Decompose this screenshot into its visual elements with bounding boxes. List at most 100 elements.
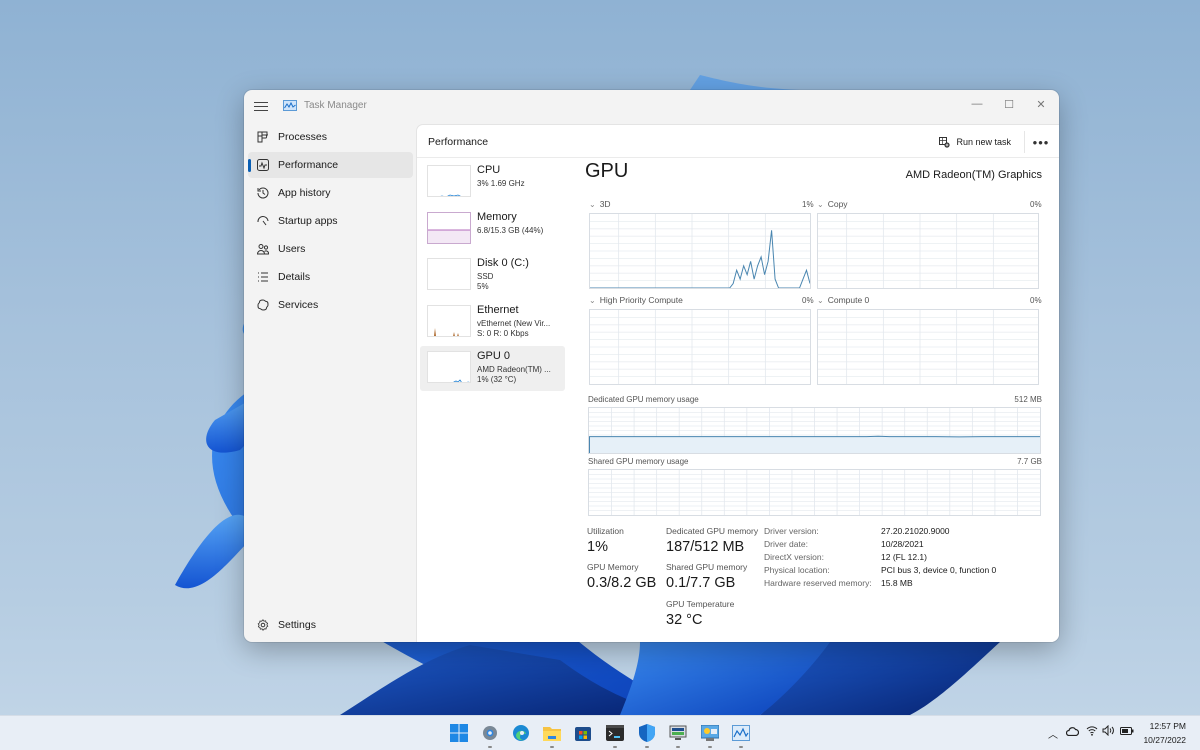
users-icon: [256, 242, 270, 256]
engine-selector-copy[interactable]: ⌄ Copy: [817, 199, 848, 209]
edge-browser-icon: [513, 725, 529, 741]
sidebar-item-app-history[interactable]: App history: [248, 180, 413, 206]
device-gpu[interactable]: GPU 0 AMD Radeon(TM) ... 1% (32 °C): [420, 346, 565, 391]
running-indicator: [676, 746, 680, 748]
taskbar-task-manager[interactable]: [730, 722, 752, 748]
taskbar-store[interactable]: [572, 722, 594, 744]
page-title: Performance: [428, 136, 489, 148]
sidebar-item-label: Performance: [278, 159, 339, 171]
shared-memory-stat-label: Shared GPU memory: [666, 562, 748, 572]
battery-icon[interactable]: [1120, 727, 1134, 738]
taskbar-control-panel[interactable]: [699, 722, 721, 748]
gpu-temperature-value: 32 °C: [666, 612, 703, 628]
hamburger-menu-icon[interactable]: [254, 99, 268, 113]
gear-icon: [256, 618, 270, 632]
gpu-memory-value: 0.3/8.2 GB: [587, 575, 657, 591]
utilization-value: 1%: [587, 539, 608, 555]
content-header: Performance Run new task •••: [417, 125, 1059, 158]
ethernet-thumbnail-graph: [427, 305, 471, 337]
taskbar-security[interactable]: [636, 722, 658, 748]
taskbar-remote-desktop[interactable]: [667, 722, 689, 748]
device-detail: 1% (32 °C): [477, 375, 517, 384]
running-indicator: [708, 746, 712, 748]
dedicated-memory-max: 512 MB: [1014, 395, 1042, 404]
engine-selector-high-priority-compute[interactable]: ⌄ High Priority Compute: [589, 295, 683, 305]
remote-desktop-icon: [669, 725, 687, 740]
info-value: 10/28/2021: [881, 539, 924, 549]
memory-thumbnail-graph: [427, 212, 471, 244]
sidebar-item-processes[interactable]: Processes: [248, 124, 413, 150]
info-key: DirectX version:: [764, 552, 824, 562]
cpu-thumbnail-graph: [427, 165, 471, 197]
engine-name: Copy: [827, 199, 848, 209]
device-name: Disk 0 (C:): [477, 257, 529, 269]
running-indicator: [739, 746, 743, 748]
taskbar-start[interactable]: [448, 722, 470, 744]
window-title: Task Manager: [304, 100, 367, 111]
sidebar-item-performance[interactable]: Performance: [248, 152, 413, 178]
run-new-task-button[interactable]: Run new task: [935, 131, 1015, 153]
close-button[interactable]: ✕: [1025, 93, 1057, 115]
device-name: Memory: [477, 211, 517, 223]
device-detail: 5%: [477, 282, 489, 291]
gpu-model: AMD Radeon(TM) Graphics: [905, 169, 1042, 181]
graph-dedicated-memory: [588, 407, 1041, 454]
show-hidden-icons-chevron-up-icon[interactable]: ︿: [1048, 726, 1058, 741]
sidebar-item-users[interactable]: Users: [248, 236, 413, 262]
taskbar-edge[interactable]: [510, 722, 532, 744]
sidebar-item-services[interactable]: Services: [248, 292, 413, 318]
taskbar-file-explorer[interactable]: [541, 722, 563, 748]
gpu-title: GPU: [585, 160, 629, 182]
clock-date[interactable]: 10/27/2022: [1143, 735, 1186, 745]
run-new-task-label: Run new task: [956, 137, 1011, 147]
maximize-button[interactable]: ☐: [993, 93, 1025, 115]
running-indicator: [488, 746, 492, 748]
sidebar-item-startup-apps[interactable]: Startup apps: [248, 208, 413, 234]
series-line: [589, 435, 1040, 438]
sidebar-item-label: Services: [278, 299, 319, 311]
engine-selector-3d[interactable]: ⌄ 3D: [589, 199, 611, 209]
disk-thumbnail-graph: [427, 258, 471, 290]
sidebar-item-label: Processes: [278, 131, 328, 143]
title-bar[interactable]: Task Manager — ☐ ✕: [244, 90, 1059, 122]
minimize-button[interactable]: —: [961, 93, 993, 115]
graph-copy: [817, 213, 1039, 289]
sidebar-item-settings[interactable]: Settings: [248, 612, 413, 638]
device-ethernet[interactable]: Ethernet vEthernet (New Vir... S: 0 R: 0…: [420, 300, 565, 345]
device-disk[interactable]: Disk 0 (C:) SSD 5%: [420, 253, 565, 298]
details-icon: [256, 270, 270, 284]
device-cpu[interactable]: CPU 3% 1.69 GHz: [420, 160, 565, 205]
clock-time[interactable]: 12:57 PM: [1150, 721, 1186, 731]
shared-memory-max: 7.7 GB: [1017, 457, 1042, 466]
taskbar-settings[interactable]: [479, 722, 501, 748]
info-key: Driver version:: [764, 526, 819, 536]
device-detail: vEthernet (New Vir...: [477, 319, 551, 328]
device-detail: AMD Radeon(TM) ...: [477, 365, 551, 374]
volume-icon[interactable]: [1102, 724, 1115, 739]
device-name: GPU 0: [477, 350, 511, 362]
engine-selector-compute-0[interactable]: ⌄ Compute 0: [817, 295, 869, 305]
sidebar-item-details[interactable]: Details: [248, 264, 413, 290]
sidebar-item-label: App history: [278, 187, 331, 199]
task-manager-icon: [732, 725, 750, 741]
more-options-button[interactable]: •••: [1029, 131, 1053, 153]
device-memory[interactable]: Memory 6.8/15.3 GB (44%): [420, 207, 565, 252]
info-value: 12 (FL 12.1): [881, 552, 927, 562]
graph-high-priority-compute: [589, 309, 811, 385]
info-key: Physical location:: [764, 565, 830, 575]
taskbar-terminal[interactable]: [604, 722, 626, 748]
running-indicator: [550, 746, 554, 748]
engine-value: 0%: [802, 296, 814, 305]
device-detail: 3% 1.69 GHz: [477, 179, 525, 188]
engine-name: 3D: [599, 199, 611, 209]
services-icon: [256, 298, 270, 312]
engine-value: 1%: [802, 200, 814, 209]
onedrive-cloud-icon[interactable]: [1065, 727, 1080, 739]
wifi-icon[interactable]: [1086, 725, 1098, 739]
engine-value: 0%: [1030, 296, 1042, 305]
running-indicator: [613, 746, 617, 748]
sidebar-item-label: Details: [278, 271, 311, 283]
dedicated-memory-stat-label: Dedicated GPU memory: [666, 526, 759, 536]
folder-icon: [543, 727, 561, 741]
shared-memory-stat-value: 0.1/7.7 GB: [666, 575, 736, 591]
